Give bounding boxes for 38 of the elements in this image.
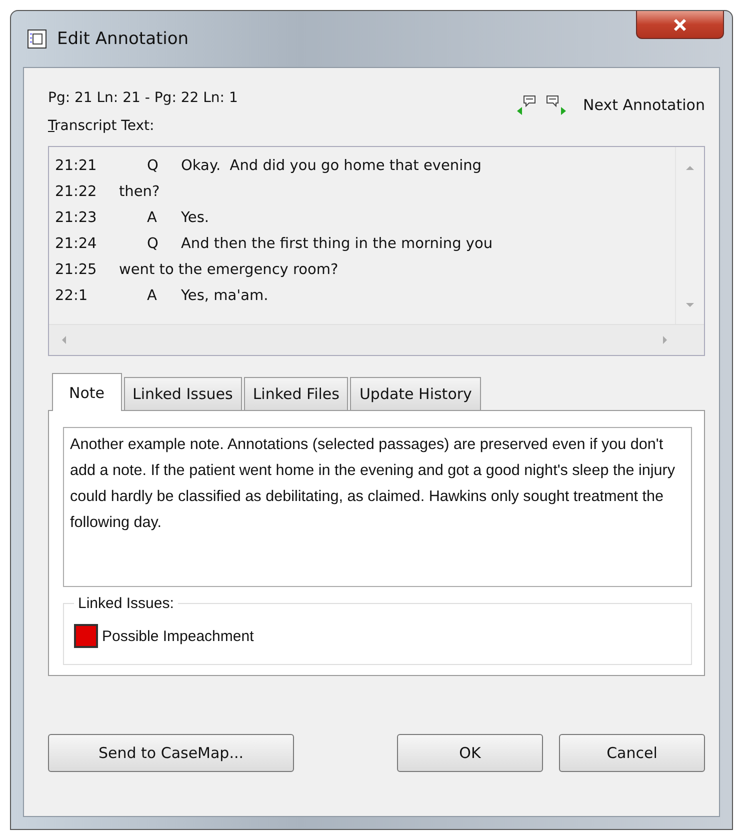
group-label: Linked Issues: xyxy=(77,595,175,612)
line-number: 21:23 xyxy=(55,209,98,228)
transcript-line: then? xyxy=(119,183,160,202)
scroll-down-icon[interactable] xyxy=(685,302,695,308)
range-label: Pg: 21 Ln: 21 - Pg: 22 Ln: 1 xyxy=(48,90,238,106)
next-annotation-link[interactable]: Next Annotation xyxy=(583,96,705,114)
speaker-label: Q xyxy=(146,157,160,176)
line-number: 21:25 xyxy=(55,261,98,280)
cancel-button[interactable]: Cancel xyxy=(559,734,705,772)
transcript-line: And then the first thing in the morning you xyxy=(180,235,493,254)
ok-button[interactable]: OK xyxy=(397,734,543,772)
transcript-line: Yes, ma'am. xyxy=(180,287,268,306)
line-number: 21:22 xyxy=(55,183,98,202)
tab[interactable]: Linked Files xyxy=(244,377,348,410)
tab[interactable]: Note xyxy=(52,373,122,411)
line-number: 21:24 xyxy=(55,235,98,254)
speaker-label: A xyxy=(146,209,158,228)
close-button[interactable] xyxy=(636,11,724,39)
tab[interactable]: Update History xyxy=(350,377,481,410)
transcript-line: Yes. xyxy=(180,209,210,228)
window-title: Edit Annotation xyxy=(57,29,189,49)
issue-name: Possible Impeachment xyxy=(102,628,254,644)
speaker-label: Q xyxy=(146,235,160,254)
tab[interactable]: Linked Issues xyxy=(124,377,242,410)
scroll-right-icon[interactable] xyxy=(662,335,668,345)
transcript-label: Transcript Text: xyxy=(48,118,156,134)
scroll-up-icon[interactable] xyxy=(685,165,695,171)
line-number: 22:1 xyxy=(55,287,89,306)
line-number: 21:21 xyxy=(55,157,98,176)
app-icon xyxy=(27,29,47,49)
transcript-line: went to the emergency room? xyxy=(119,261,338,280)
horizontal-scrollbar[interactable] xyxy=(49,324,704,355)
scroll-left-icon[interactable] xyxy=(61,335,67,345)
close-icon xyxy=(672,18,688,32)
speaker-label: A xyxy=(146,287,158,306)
note-field[interactable]: Another example note. Annotations (selected passages) are preserved even if you don't add a note. If the patient went home in the evening and got a good night's sleep the injury could hardly be classified as debilitating, as claimed. Hawkins only sought treatment the following day. xyxy=(63,427,692,587)
send-to-casemap-button[interactable]: Send to CaseMap... xyxy=(48,734,294,772)
transcript-line: Okay. And did you go home that evening xyxy=(180,157,482,176)
